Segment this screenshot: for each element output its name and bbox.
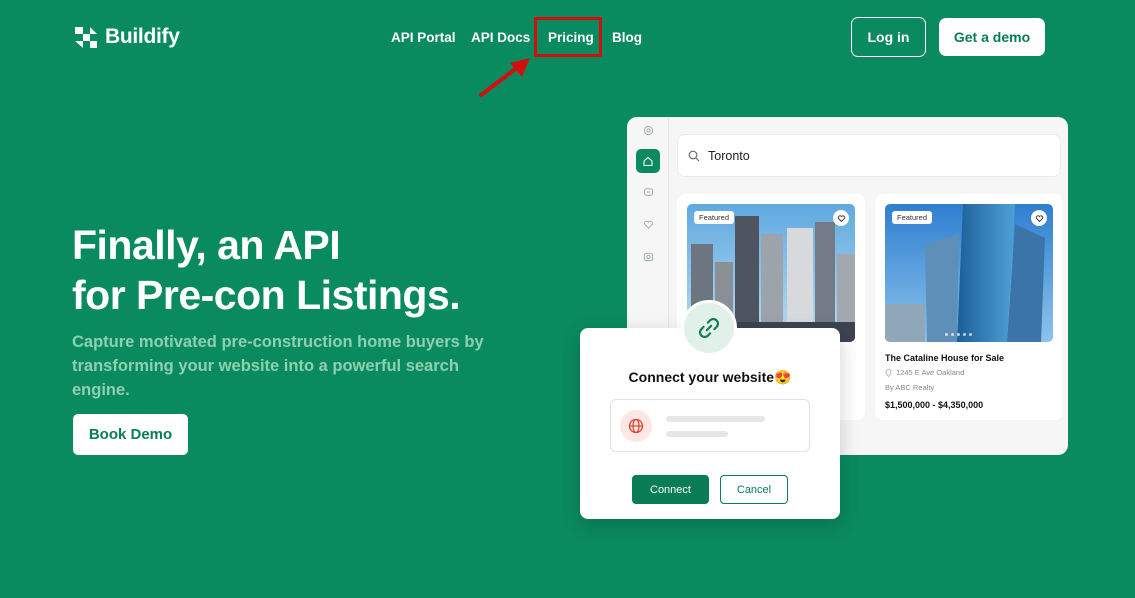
placeholder-line <box>666 431 728 437</box>
featured-badge: Featured <box>892 211 933 224</box>
nav-api-docs[interactable]: API Docs <box>471 30 530 45</box>
get-demo-button[interactable]: Get a demo <box>939 18 1045 56</box>
hero-title: Finally, an API for Pre-con Listings. <box>72 220 461 320</box>
nav-api-portal[interactable]: API Portal <box>391 30 456 45</box>
login-button[interactable]: Log in <box>851 17 926 57</box>
listing-realtor: By ABC Realty <box>885 383 935 392</box>
home-icon[interactable] <box>636 149 660 173</box>
annotation-arrow-icon <box>479 58 530 97</box>
location-pin-icon <box>885 368 892 377</box>
brand-name: Buildify <box>105 25 180 48</box>
listing-card[interactable]: Featured The Cataline House for Sale 124… <box>875 194 1063 420</box>
hero-subtitle: Capture motivated pre-construction home … <box>72 333 484 399</box>
nav-blog[interactable]: Blog <box>612 30 642 45</box>
link-icon <box>681 300 737 356</box>
book-demo-button[interactable]: Book Demo <box>73 414 188 455</box>
cancel-button[interactable]: Cancel <box>720 475 788 504</box>
placeholder-line <box>666 416 765 422</box>
connect-dialog: Connect your website😍 Connect Cancel <box>580 328 840 519</box>
hero-title-line2: for Pre-con Listings. <box>72 272 461 318</box>
website-field[interactable] <box>610 399 810 452</box>
listing-price: $1,500,000 - $4,350,000 <box>885 400 984 410</box>
favorite-icon[interactable] <box>833 210 849 226</box>
camera-icon <box>640 248 656 264</box>
target-icon <box>640 122 656 138</box>
listing-address: 1245 E Ave Oakland <box>885 368 964 377</box>
mockup-search-input[interactable]: Toronto <box>677 134 1061 177</box>
carousel-dots[interactable] <box>945 333 972 336</box>
listing-address-text: 1245 E Ave Oakland <box>896 368 965 377</box>
hero-title-line1: Finally, an API <box>72 222 341 268</box>
brand-logo[interactable]: Buildify <box>73 24 180 50</box>
globe-icon <box>620 410 652 442</box>
listing-title: The Cataline House for Sale <box>885 353 1005 363</box>
pricing-highlight-box <box>534 17 602 57</box>
connect-button[interactable]: Connect <box>632 475 709 504</box>
chat-icon <box>640 184 656 200</box>
buildify-logo-icon <box>75 27 97 48</box>
dialog-title: Connect your website😍 <box>628 369 792 385</box>
heart-icon <box>640 216 656 232</box>
search-value: Toronto <box>708 148 750 163</box>
featured-badge: Featured <box>694 211 735 224</box>
listing-image: Featured <box>885 204 1053 342</box>
favorite-icon[interactable] <box>1031 210 1047 226</box>
search-icon <box>688 150 700 161</box>
